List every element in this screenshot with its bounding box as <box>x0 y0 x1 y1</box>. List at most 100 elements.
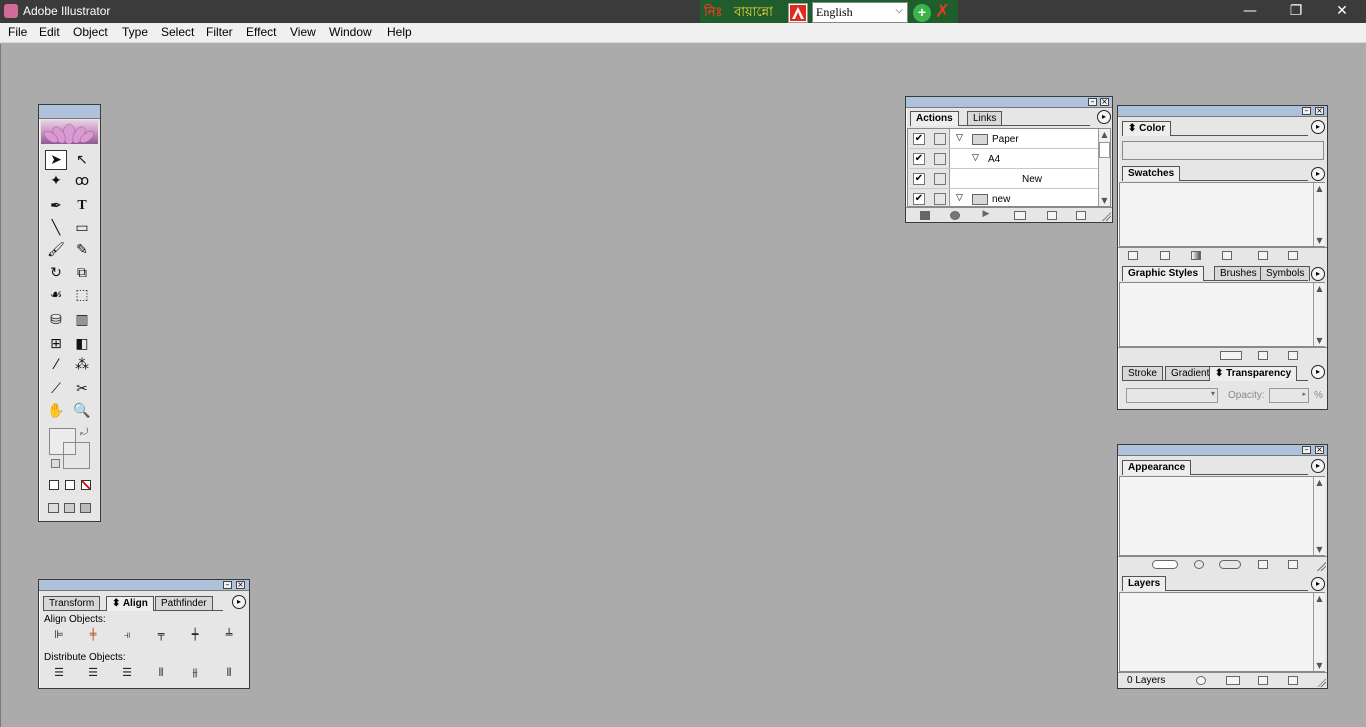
align-right-icon[interactable]: ⫣ <box>116 627 138 643</box>
tab-layers[interactable]: Layers <box>1122 576 1167 591</box>
menu-edit[interactable]: Edit <box>38 25 61 39</box>
swatches-scrollbar[interactable]: ▲ ▼ <box>1313 183 1325 246</box>
scissors-tool-icon[interactable]: ✂ <box>71 379 93 399</box>
align-palette-header[interactable] <box>39 580 249 591</box>
scroll-down-icon[interactable]: ▼ <box>1099 195 1110 206</box>
menu-help[interactable]: Help <box>386 25 413 39</box>
new-art-basic-appearance-icon[interactable] <box>1152 560 1178 569</box>
toolbox-header[interactable] <box>39 105 100 119</box>
close-button[interactable]: ✕ <box>1319 0 1365 23</box>
menu-object[interactable]: Object <box>72 25 109 39</box>
trash-icon[interactable] <box>1288 676 1298 685</box>
break-link-icon[interactable] <box>1220 351 1242 360</box>
dialog-toggle-checkbox[interactable] <box>934 133 946 145</box>
full-screen-mode-icon[interactable] <box>80 503 91 513</box>
menu-view[interactable]: View <box>289 25 317 39</box>
lasso-tool-icon[interactable]: ꝏ <box>71 171 93 191</box>
list-item[interactable]: ✔ ▽ new <box>910 189 1102 209</box>
dialog-toggle-checkbox[interactable] <box>934 193 946 205</box>
distribute-left-icon[interactable]: ⫴ <box>150 665 172 681</box>
align-top-icon[interactable]: ╤ <box>150 627 172 643</box>
maximize-button[interactable]: ❐ <box>1273 0 1319 23</box>
minimize-palette-button[interactable]: – <box>1302 446 1311 454</box>
distribute-right-icon[interactable]: ⫴ <box>218 665 240 681</box>
tab-stroke[interactable]: Stroke <box>1122 366 1163 381</box>
close-palette-button[interactable]: × <box>236 581 245 589</box>
appearance-palette-header[interactable] <box>1118 445 1327 456</box>
appearance-scrollbar[interactable]: ▲ ▼ <box>1313 477 1325 555</box>
palette-menu-icon[interactable]: ▸ <box>1311 167 1325 181</box>
magic-wand-tool-icon[interactable]: ✦ <box>45 171 67 191</box>
expand-icon[interactable]: ▽ <box>956 132 963 143</box>
tab-align[interactable]: ⬍ Align <box>106 596 154 611</box>
graph-tool-icon[interactable]: ▥ <box>71 310 93 330</box>
toggle-item-checkbox[interactable]: ✔ <box>913 173 925 185</box>
distribute-bottom-icon[interactable]: ☰ <box>116 665 138 681</box>
resize-grip-icon[interactable] <box>1316 677 1326 687</box>
gradient-tool-icon[interactable]: ◧ <box>71 334 93 354</box>
tab-gradient[interactable]: Gradient <box>1165 366 1216 381</box>
minimize-palette-button[interactable]: – <box>1302 107 1311 115</box>
align-bottom-icon[interactable]: ╧ <box>218 627 240 643</box>
warp-tool-icon[interactable]: ☙ <box>45 285 67 305</box>
tab-actions[interactable]: Actions <box>910 111 959 126</box>
show-color-swatches-icon[interactable] <box>1160 251 1170 260</box>
styles-scrollbar[interactable]: ▲ ▼ <box>1313 283 1325 346</box>
flower-logo[interactable] <box>41 120 98 145</box>
new-action-icon[interactable] <box>1047 211 1057 220</box>
scroll-down-icon[interactable]: ▼ <box>1314 235 1325 246</box>
free-transform-tool-icon[interactable]: ⬚ <box>71 285 93 305</box>
dialog-toggle-checkbox[interactable] <box>934 153 946 165</box>
color-palette-header[interactable] <box>1118 106 1327 117</box>
standard-screen-mode-icon[interactable] <box>48 503 59 513</box>
tab-appearance[interactable]: Appearance <box>1122 460 1192 475</box>
distribute-vertical-center-icon[interactable]: ☰ <box>82 665 104 681</box>
expand-icon[interactable]: ▽ <box>956 192 963 203</box>
hand-tool-icon[interactable]: ✋ <box>45 401 67 421</box>
list-item[interactable]: ✔ New <box>910 169 1102 189</box>
dialog-toggle-checkbox[interactable] <box>934 173 946 185</box>
blend-mode-select[interactable]: ▾ <box>1126 388 1218 403</box>
keyboard-ok-button[interactable]: + <box>913 4 931 22</box>
stop-icon[interactable] <box>920 211 930 220</box>
show-pattern-swatches-icon[interactable] <box>1222 251 1232 260</box>
swap-fill-stroke-icon[interactable]: ⤾ <box>80 427 88 438</box>
actions-palette-header[interactable] <box>906 97 1112 108</box>
list-item[interactable]: ✔ ▽ A4 <box>910 149 1102 169</box>
make-clipping-mask-icon[interactable] <box>1196 676 1206 685</box>
minimize-button[interactable]: — <box>1227 0 1273 23</box>
type-tool-icon[interactable]: T <box>71 196 93 216</box>
palette-menu-icon[interactable]: ▸ <box>1311 120 1325 134</box>
align-left-icon[interactable]: ⊫ <box>48 627 70 643</box>
keyboard-close-button[interactable]: ✗ <box>935 1 950 22</box>
trash-icon[interactable] <box>1288 251 1298 260</box>
trash-icon[interactable] <box>1076 211 1086 220</box>
stroke-swatch[interactable] <box>63 442 90 469</box>
selection-tool-icon[interactable]: ➤ <box>45 150 67 170</box>
distribute-horizontal-center-icon[interactable]: ⫵ <box>184 665 206 681</box>
expand-icon[interactable]: ▽ <box>972 152 979 163</box>
menu-effect[interactable]: Effect <box>245 25 277 39</box>
tab-pathfinder[interactable]: Pathfinder <box>155 596 213 611</box>
tab-symbols[interactable]: Symbols <box>1260 266 1311 281</box>
none-mode-icon[interactable] <box>81 480 91 490</box>
scroll-down-icon[interactable]: ▼ <box>1314 660 1325 671</box>
pen-tool-icon[interactable]: ✒ <box>45 196 67 216</box>
scroll-thumb[interactable] <box>1099 142 1110 158</box>
color-ramp-area[interactable] <box>1122 141 1324 160</box>
new-style-icon[interactable] <box>1258 351 1268 360</box>
scroll-up-icon[interactable]: ▲ <box>1314 477 1325 488</box>
list-item[interactable]: ✔ ▽ Paper <box>910 129 1102 149</box>
align-horizontal-center-icon[interactable]: ╪ <box>82 627 104 643</box>
record-icon[interactable] <box>950 211 960 220</box>
new-layer-icon[interactable] <box>1258 676 1268 685</box>
new-set-folder-icon[interactable] <box>1014 211 1026 220</box>
resize-grip-icon[interactable] <box>1316 561 1326 571</box>
scroll-up-icon[interactable]: ▲ <box>1099 129 1110 140</box>
tab-graphic-styles[interactable]: Graphic Styles <box>1122 266 1205 281</box>
clear-appearance-icon[interactable] <box>1194 560 1204 569</box>
scroll-up-icon[interactable]: ▲ <box>1314 283 1325 294</box>
close-palette-button[interactable]: × <box>1100 98 1109 106</box>
zoom-tool-icon[interactable]: 🔍 <box>71 401 93 421</box>
play-icon[interactable]: ▶ <box>981 210 991 220</box>
